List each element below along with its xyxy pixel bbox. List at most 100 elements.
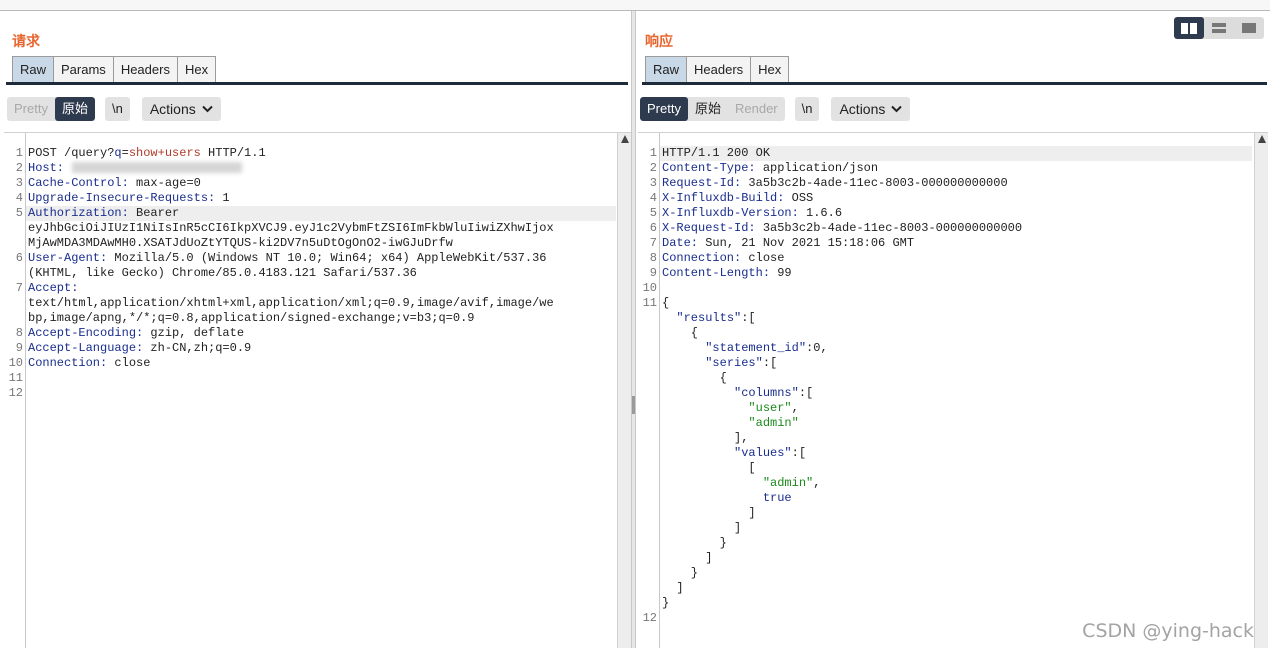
response-newline-toggle[interactable]: \n	[794, 97, 820, 121]
response-scrollbar[interactable]	[1254, 133, 1268, 648]
code-line: "series":[	[662, 356, 777, 371]
code-line: "results":[	[662, 311, 755, 326]
line-number: 9	[649, 266, 657, 280]
code-line: Authorization: Bearer	[28, 206, 179, 221]
code-token: "values"	[734, 446, 792, 460]
response-actions-button[interactable]: Actions	[831, 97, 911, 121]
code-token: close	[107, 356, 151, 370]
code-token: "series"	[705, 356, 763, 370]
scroll-up-arrow-icon[interactable]	[621, 135, 629, 143]
request-tab-raw[interactable]: Raw	[12, 56, 54, 82]
request-raw-button[interactable]: 原始	[54, 97, 95, 121]
code-line: Request-Id: 3a5b3c2b-4ade-11ec-8003-0000…	[662, 176, 1008, 191]
code-line: "values":[	[662, 446, 806, 461]
code-line: POST /query?q=show+users HTTP/1.1	[28, 146, 266, 161]
line-number: 9	[15, 341, 23, 355]
layout-switch	[1174, 17, 1264, 39]
code-token: ],	[662, 431, 749, 445]
code-line: Upgrade-Insecure-Requests: 1	[28, 191, 230, 206]
request-tab-headers[interactable]: Headers	[112, 56, 177, 82]
code-token: 99	[770, 266, 792, 280]
code-line: }	[662, 566, 698, 581]
request-toolbar: Pretty 原始 \n Actions	[7, 97, 221, 121]
code-token: "columns"	[734, 386, 799, 400]
code-token: Connection:	[662, 251, 742, 265]
code-line: X-Request-Id: 3a5b3c2b-4ade-11ec-8003-00…	[662, 221, 1022, 236]
response-tabs-underline	[642, 82, 1267, 85]
code-line: "columns":[	[662, 386, 813, 401]
response-render-button[interactable]: Render	[728, 97, 785, 121]
code-token: Accept-Encoding:	[28, 326, 144, 340]
code-token: (KHTML, like Gecko) Chrome/85.0.4183.121…	[28, 266, 417, 280]
layout-stacked-button[interactable]	[1204, 17, 1234, 39]
line-number: 1	[649, 146, 657, 160]
request-line-gutter: 1 2 3 4 5 6 7 8 9 10 11 12	[4, 133, 26, 648]
response-editor[interactable]: 1 2 3 4 5 6 7 8 9 10 11 12 HTTP/1.1 200 OK Content-T…	[638, 132, 1268, 648]
request-scrollbar[interactable]	[617, 133, 631, 648]
line-number: 12	[8, 386, 23, 400]
code-line: X-Influxdb-Build: OSS	[662, 191, 813, 206]
request-newline-toggle[interactable]: \n	[104, 97, 130, 121]
line-number: 7	[15, 281, 23, 295]
code-line: [	[662, 461, 755, 476]
code-line: ]	[662, 551, 712, 566]
splitter-grip-icon[interactable]	[632, 396, 635, 414]
code-token: max-age=0	[128, 176, 201, 190]
layout-side-by-side-button[interactable]	[1174, 17, 1204, 39]
response-view-mode: Pretty 原始 Render	[640, 97, 785, 121]
request-actions-label: Actions	[149, 101, 196, 117]
response-tab-headers[interactable]: Headers	[686, 56, 751, 82]
response-raw-button[interactable]: 原始	[688, 97, 728, 121]
chevron-down-icon	[891, 105, 903, 113]
line-number: 6	[15, 251, 23, 265]
line-number: 4	[649, 191, 657, 205]
code-line: {	[662, 371, 727, 386]
request-tab-params[interactable]: Params	[53, 56, 113, 82]
request-view-mode: Pretty 原始	[7, 97, 95, 121]
code-token: q	[114, 146, 122, 160]
code-token: ]	[662, 521, 742, 535]
line-number: 2	[649, 161, 657, 175]
code-token: Upgrade-Insecure-Requests:	[28, 191, 216, 205]
code-line: Host:	[28, 161, 243, 176]
code-token: ,	[791, 401, 799, 415]
code-token: 1.6.6	[798, 206, 843, 220]
code-line: true	[662, 491, 792, 506]
request-editor[interactable]: 1 2 3 4 5 6 7 8 9 10 11 12 POST /query?q=show+users…	[4, 132, 631, 648]
code-token: "results"	[676, 311, 742, 325]
response-pretty-button[interactable]: Pretty	[640, 97, 688, 121]
code-token: close	[741, 251, 785, 265]
top-strip	[0, 0, 1270, 11]
line-number: 4	[15, 191, 23, 205]
code-token: Cache-Control:	[28, 176, 129, 190]
code-line: }	[662, 596, 669, 611]
code-token: Date:	[662, 236, 699, 250]
response-text[interactable]: HTTP/1.1 200 OK Content-Type: application…	[660, 133, 1252, 648]
response-toolbar: Pretty 原始 Render \n Actions	[640, 97, 911, 121]
line-number: 12	[642, 611, 657, 625]
line-number: 7	[649, 236, 657, 250]
code-token: User-Agent:	[28, 251, 108, 265]
code-line: Content-Type: application/json	[662, 161, 878, 176]
code-token: OSS	[784, 191, 814, 205]
single-panel-icon	[1242, 23, 1256, 33]
code-token: "statement_id"	[705, 341, 807, 355]
response-tab-raw[interactable]: Raw	[645, 56, 687, 82]
line-number: 6	[649, 221, 657, 235]
code-line: Content-Length: 99	[662, 266, 792, 281]
request-text[interactable]: POST /query?q=show+users HTTP/1.1 Host: Ca…	[26, 133, 616, 648]
code-token: Mozilla/5.0 (Windows NT 10.0; Win64; x64…	[107, 251, 547, 265]
line-number: 1	[15, 146, 23, 160]
request-pretty-button[interactable]: Pretty	[7, 97, 55, 121]
response-tab-hex[interactable]: Hex	[750, 56, 790, 82]
response-tabs: Raw Headers Hex	[645, 56, 790, 82]
request-tab-hex[interactable]: Hex	[176, 56, 217, 82]
code-token: bp,image/apng,*/*;q=0.8,application/sign…	[28, 311, 475, 325]
scroll-up-arrow-icon[interactable]	[1258, 135, 1266, 143]
layout-single-button[interactable]	[1234, 17, 1264, 39]
request-actions-button[interactable]: Actions	[141, 97, 221, 121]
code-line: MjAwMDA3MDAwMH0.XSATJdUoZtYTQUS-ki2DV7n5…	[28, 236, 453, 251]
columns-icon	[1181, 22, 1197, 34]
